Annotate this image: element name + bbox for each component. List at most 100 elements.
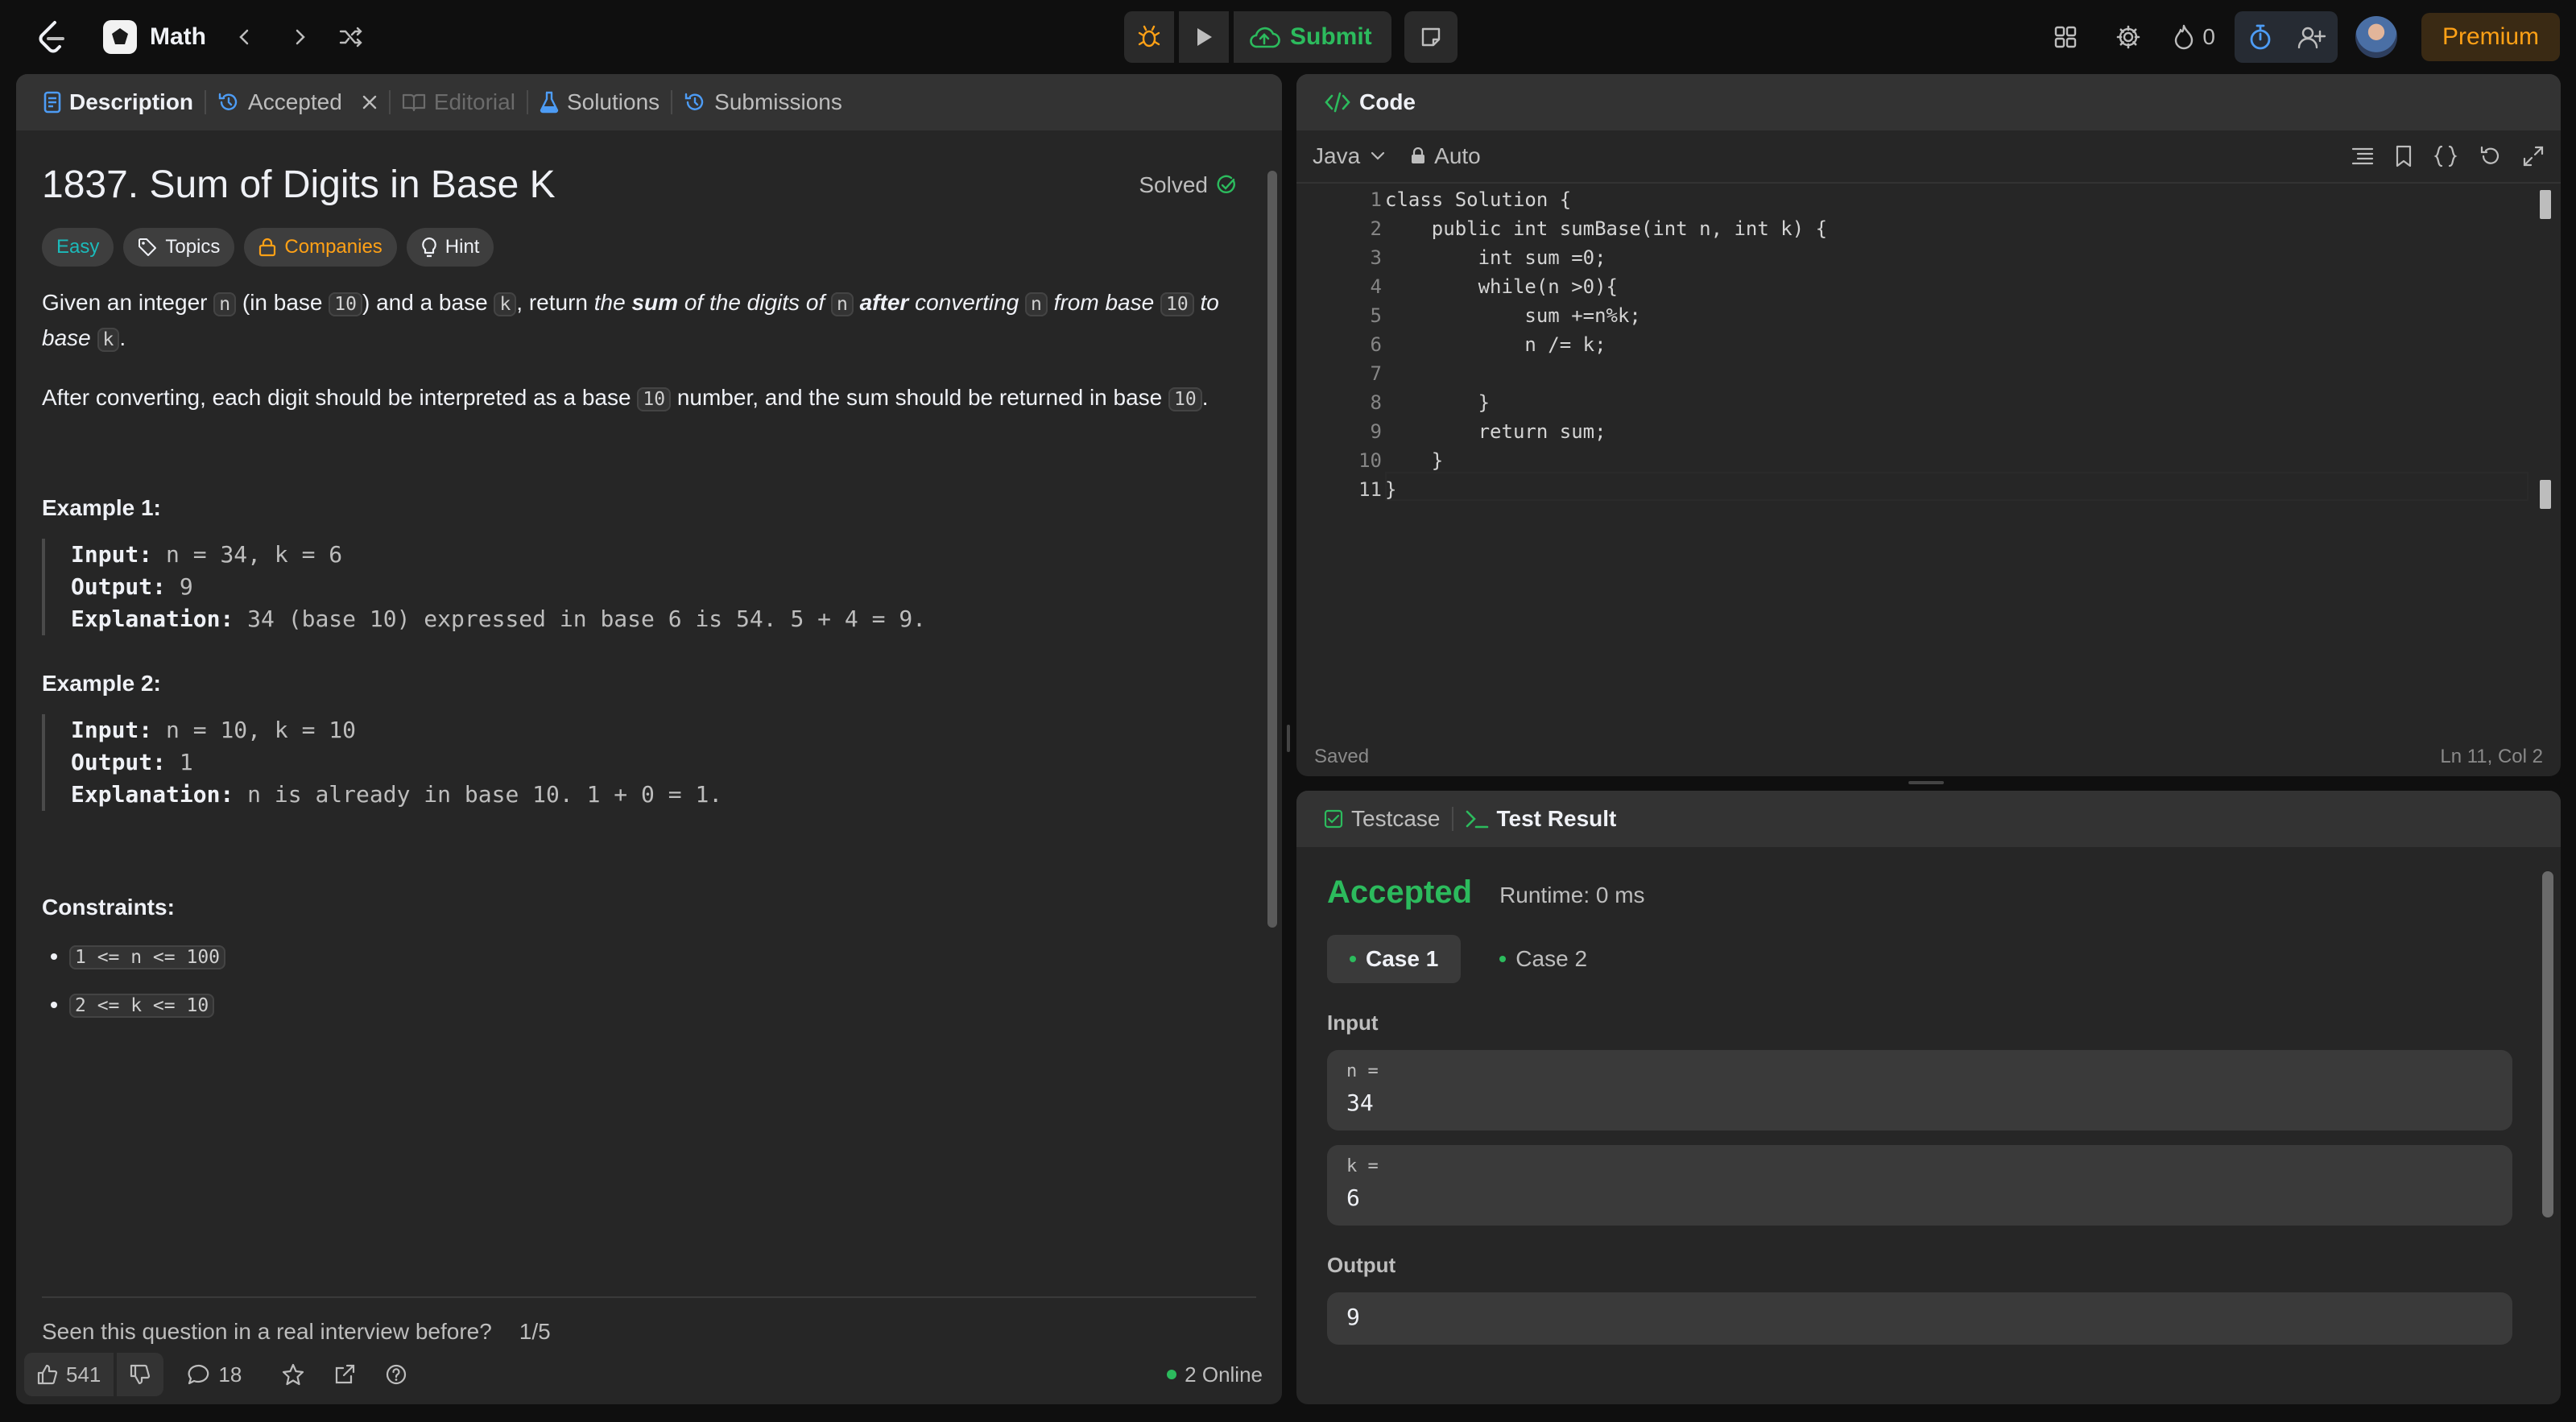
code-line: return sum;	[1385, 420, 1606, 443]
debug-button[interactable]	[1124, 11, 1174, 63]
chevron-right-icon[interactable]	[282, 19, 317, 55]
tab-submissions-label: Submissions	[714, 89, 842, 114]
submit-button[interactable]: Submit	[1234, 11, 1391, 63]
bug-icon	[1137, 25, 1161, 49]
code-line: sum +=n%k;	[1385, 304, 1641, 327]
close-icon[interactable]	[362, 94, 378, 110]
online-count: 2 Online	[1185, 1362, 1263, 1387]
leetcode-logo-icon[interactable]	[35, 19, 68, 55]
companies-chip[interactable]: Companies	[244, 228, 397, 267]
run-button[interactable]	[1179, 11, 1229, 63]
pass-dot	[1350, 956, 1356, 962]
code-line: class Solution {	[1385, 188, 1572, 211]
case-tab-2[interactable]: Case 2	[1477, 935, 1610, 983]
tab-editorial[interactable]: Editorial	[391, 74, 527, 130]
history-icon	[684, 91, 706, 114]
user-toolbar: 0 Premium	[2040, 11, 2560, 63]
description-tabbar: Description Accepted Editorial Solutions	[16, 74, 1282, 130]
current-line-highlight	[1385, 472, 2528, 501]
output-heading: Output	[1327, 1253, 1396, 1277]
example-1-block: Input: n = 34, k = 6 Output: 9 Explanati…	[42, 539, 1237, 635]
code-editor[interactable]: 1 2 3 4 5 6 7 8 9 10 11 class Solution {…	[1296, 184, 2561, 715]
streak-counter[interactable]: 0	[2165, 24, 2223, 50]
tab-accepted-label: Accepted	[248, 89, 342, 114]
chevron-left-icon[interactable]	[227, 19, 263, 55]
fire-icon	[2173, 24, 2194, 50]
scrollbar-thumb[interactable]	[1267, 171, 1277, 928]
tab-testcase[interactable]: Testcase	[1313, 791, 1452, 847]
input-k-box: k = 6	[1327, 1145, 2512, 1226]
editor-scrollbar-thumb[interactable]	[2540, 190, 2551, 219]
code-line: }	[1385, 449, 1444, 472]
line-number: 7	[1370, 362, 1382, 385]
tab-solutions-label: Solutions	[566, 89, 660, 114]
cursor-position: Ln 11, Col 2	[2440, 746, 2543, 767]
topics-chip[interactable]: Topics	[123, 228, 235, 267]
line-number: 3	[1370, 246, 1382, 269]
solved-status: Solved	[1139, 172, 1237, 198]
problem-title[interactable]: 1837. Sum of Digits in Base K	[42, 163, 556, 207]
format-icon[interactable]	[2351, 146, 2374, 167]
like-button[interactable]: 541	[24, 1353, 114, 1396]
tab-code[interactable]: Code	[1313, 74, 1427, 130]
problem-statement: Given an integer n (in base 10) and a ba…	[42, 290, 1219, 352]
difficulty-badge: Easy	[42, 228, 114, 267]
line-number: 2	[1370, 217, 1382, 240]
add-user-icon	[2297, 25, 2326, 49]
terminal-icon	[1465, 808, 1489, 829]
settings-button[interactable]	[2103, 11, 2154, 63]
dislike-button[interactable]	[117, 1353, 164, 1396]
editor-actions	[2351, 145, 2545, 167]
interview-feedback[interactable]: Seen this question in a real interview b…	[42, 1296, 1256, 1345]
code-line: while(n >0){	[1385, 275, 1618, 298]
editor-toolbar: Java Auto	[1296, 130, 2561, 184]
output-box: 9	[1327, 1292, 2512, 1345]
case-tab-1[interactable]: Case 1	[1327, 935, 1462, 983]
checkbox-icon	[1324, 809, 1343, 829]
line-number: 4	[1370, 275, 1382, 298]
line-number: 5	[1370, 304, 1382, 327]
braces-icon[interactable]	[2433, 145, 2458, 167]
panel-resize-handle[interactable]	[1287, 725, 1290, 752]
feedback-page: 1/5	[519, 1319, 551, 1344]
scrollbar-thumb[interactable]	[2542, 871, 2553, 1217]
comments-button[interactable]: 18	[175, 1353, 254, 1396]
notes-button[interactable]	[1404, 11, 1458, 63]
cloud-upload-icon	[1248, 25, 1280, 49]
case-tabs: Case 1 Case 2	[1327, 935, 2512, 983]
hint-chip[interactable]: Hint	[406, 228, 494, 267]
autocomplete-toggle[interactable]: Auto	[1410, 143, 1481, 169]
help-button[interactable]	[372, 1353, 420, 1396]
tab-accepted[interactable]: Accepted	[206, 74, 389, 130]
tab-description-label: Description	[69, 89, 194, 114]
invite-button[interactable]	[2286, 11, 2338, 63]
panel-resize-handle[interactable]	[1908, 781, 1944, 784]
bookmark-icon[interactable]	[2395, 145, 2413, 167]
history-icon	[217, 91, 240, 114]
description-scrollbar[interactable]	[1266, 155, 1277, 1404]
tab-test-result[interactable]: Test Result	[1453, 791, 1628, 847]
favorite-button[interactable]	[269, 1353, 317, 1396]
reset-icon[interactable]	[2479, 145, 2501, 167]
case-tab-label: Case 2	[1515, 946, 1588, 971]
input-name: k =	[1346, 1156, 1379, 1176]
problem-list-button[interactable]: Math	[103, 16, 206, 58]
share-button[interactable]	[320, 1353, 369, 1396]
tab-description[interactable]: Description	[32, 74, 205, 130]
avatar[interactable]	[2355, 16, 2397, 58]
note-icon	[1420, 26, 1442, 48]
result-scrollbar[interactable]	[2540, 852, 2554, 1399]
expand-icon[interactable]	[2522, 145, 2545, 167]
timer-button[interactable]	[2235, 11, 2286, 63]
tab-submissions[interactable]: Submissions	[672, 74, 854, 130]
book-icon	[402, 93, 426, 112]
lightbulb-icon	[421, 237, 437, 258]
premium-button[interactable]: Premium	[2421, 13, 2560, 61]
layout-grid-icon	[2053, 25, 2078, 49]
tab-solutions[interactable]: Solutions	[528, 74, 671, 130]
shuffle-icon[interactable]	[333, 19, 369, 55]
language-select[interactable]: Java	[1313, 143, 1386, 169]
layout-button[interactable]	[2040, 11, 2091, 63]
comment-icon	[188, 1364, 210, 1385]
description-panel: Description Accepted Editorial Solutions	[16, 74, 1282, 1404]
